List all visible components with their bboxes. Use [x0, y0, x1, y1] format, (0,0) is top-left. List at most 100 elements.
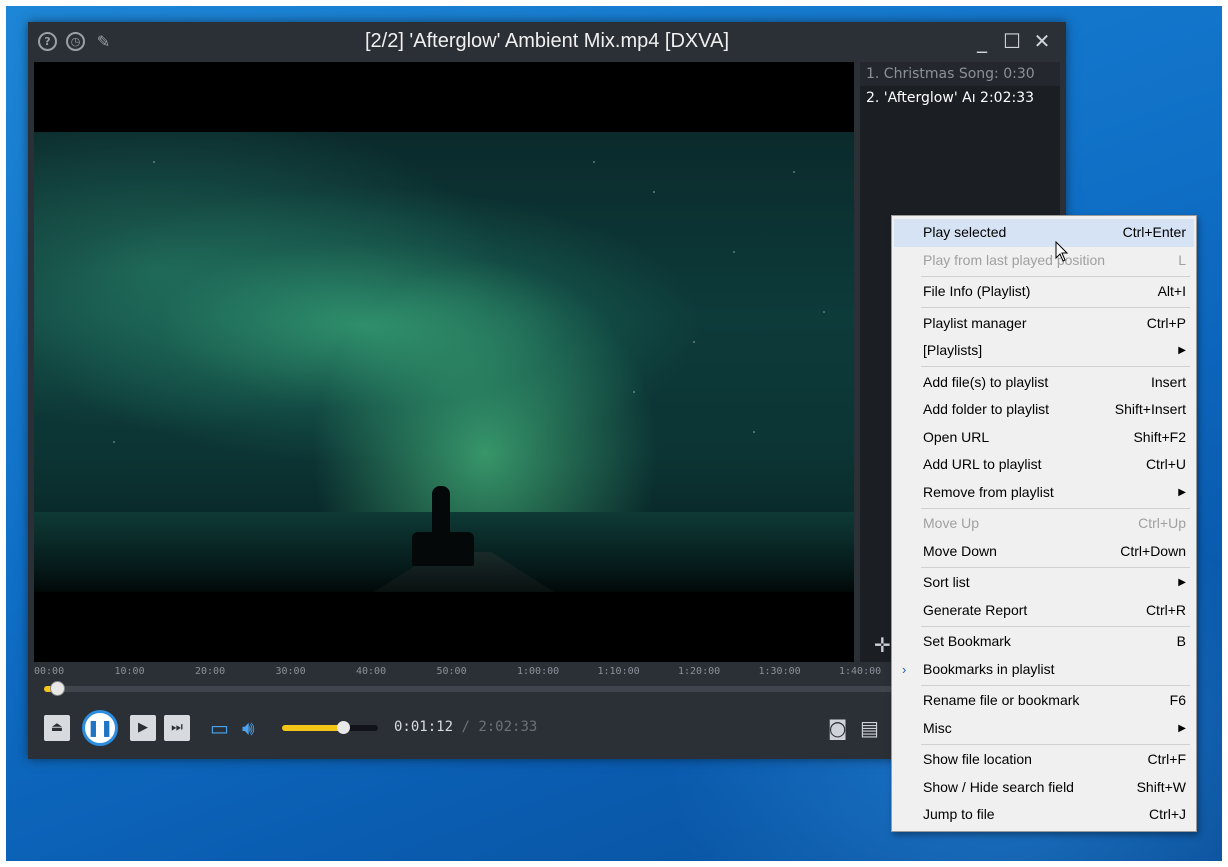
car-silhouette — [412, 532, 474, 566]
menu-item-label: Add file(s) to playlist — [923, 373, 1049, 390]
menu-item-shortcut: Shift+F2 — [1133, 428, 1186, 445]
menu-item[interactable]: Jump to file Ctrl+J — [894, 801, 1194, 829]
time-display: 0:01:12 / 2:02:33 — [394, 719, 537, 735]
menu-item-shortcut: Insert — [1150, 373, 1186, 390]
menu-item[interactable]: Show file location Ctrl+F — [894, 746, 1194, 774]
menu-item-label: [Playlists] — [923, 342, 983, 358]
menu-item-label: Jump to file — [923, 806, 995, 822]
menu-item-shortcut: Ctrl+Down — [1120, 542, 1186, 559]
menu-item[interactable]: Add file(s) to playlist Insert — [894, 369, 1194, 397]
menu-item-label: Open URL — [923, 428, 990, 445]
menu-separator — [921, 566, 1190, 568]
window-title: [2/2] 'Afterglow' Ambient Mix.mp4 [DXVA] — [364, 30, 730, 52]
menu-item-label: Add folder to playlist — [923, 401, 1050, 417]
timeline-tick: 1:00:00 — [517, 666, 560, 677]
video-area[interactable] — [34, 62, 854, 662]
volume-icon[interactable]: 🔊︎ — [242, 713, 255, 743]
timeline-tick: 40:00 — [356, 666, 387, 677]
menu-separator — [921, 307, 1190, 308]
menu-item-label: Add URL to playlist — [923, 456, 1042, 472]
menu-item-label: Remove from playlist — [923, 483, 1054, 500]
add-icon[interactable]: ✛ — [874, 635, 892, 655]
menu-item[interactable]: Move Down Ctrl+Down — [894, 538, 1194, 566]
menu-item-label: Misc — [923, 719, 952, 736]
menu-item-shortcut: F6 — [1169, 692, 1186, 708]
menu-item-shortcut: Ctrl+Up — [1138, 515, 1186, 531]
menu-item[interactable]: Remove from playlist ▶ — [894, 479, 1194, 507]
menu-item[interactable]: Generate Report Ctrl+R — [894, 597, 1194, 625]
menu-item-label: Show / Hide search field — [923, 778, 1074, 795]
timeline-tick: 1:20:00 — [678, 666, 721, 677]
menu-item[interactable]: Show / Hide search field Shift+W — [894, 774, 1194, 802]
timeline-tick: 1:10:00 — [597, 666, 640, 677]
seek-handle[interactable] — [49, 681, 65, 696]
close-button[interactable]: ✕ — [1030, 28, 1054, 54]
menu-separator — [921, 507, 1190, 509]
timeline-tick: 20:00 — [195, 666, 226, 677]
next-button[interactable]: ⏭ — [164, 715, 190, 741]
menu-item: Play from last played position L — [894, 247, 1194, 275]
menu-item[interactable]: Add URL to playlist Ctrl+U — [894, 451, 1194, 479]
menu-item[interactable]: Rename file or bookmark F6 — [894, 687, 1194, 715]
eject-button[interactable]: ⏏ — [44, 715, 70, 741]
menu-item-shortcut: Alt+I — [1157, 283, 1186, 299]
pause-button[interactable]: ❚❚ — [82, 710, 118, 746]
menu-item-label: Set Bookmark — [923, 633, 1011, 649]
volume-slider[interactable] — [282, 721, 378, 734]
submenu-arrow-icon: ▶ — [1178, 486, 1186, 498]
menu-separator — [921, 275, 1190, 277]
menu-item[interactable]: Misc ▶ — [894, 715, 1194, 743]
mouse-cursor-icon — [1055, 241, 1069, 262]
check-chevron-icon: › — [902, 661, 907, 677]
volume-handle[interactable] — [337, 721, 351, 734]
menu-item-label: Show file location — [923, 751, 1032, 767]
menu-item-label: Move Up — [923, 515, 980, 531]
menu-item[interactable]: Sort list ▶ — [894, 569, 1194, 597]
menu-item-label: Playlist manager — [923, 314, 1027, 331]
menu-item[interactable]: Play selected Ctrl+Enter — [894, 219, 1194, 247]
submenu-arrow-icon: ▶ — [1178, 722, 1186, 734]
menu-item[interactable]: Open URL Shift+F2 — [894, 424, 1194, 452]
playlist-item[interactable]: 2. 'Afterglow' Aı 2:02:33 — [860, 86, 1060, 110]
person-silhouette — [432, 486, 450, 534]
minimize-button[interactable]: _ — [970, 28, 994, 54]
menu-item[interactable]: File Info (Playlist) Alt+I — [894, 278, 1194, 306]
menu-item-label: Move Down — [923, 542, 997, 559]
menu-separator — [921, 366, 1190, 367]
menu-separator — [921, 625, 1190, 627]
menu-item-shortcut: Ctrl+R — [1145, 601, 1186, 618]
menu-item-label: File Info (Playlist) — [923, 283, 1031, 299]
context-menu-items: Play selected Ctrl+Enter Play from last pl… — [894, 219, 1194, 829]
menu-item-shortcut: Ctrl+Enter — [1122, 224, 1186, 240]
menu-item-shortcut: L — [1178, 251, 1186, 268]
menu-item-label: Sort list — [923, 574, 970, 590]
menu-item[interactable]: [Playlists] ▶ — [894, 337, 1194, 365]
menu-item-shortcut: Shift+W — [1136, 778, 1186, 795]
video-frame — [34, 132, 854, 592]
film-icon[interactable]: ▤ — [860, 714, 879, 742]
window-controls: _ ☐ ✕ — [970, 28, 1054, 54]
menu-item-label: Rename file or bookmark — [923, 692, 1080, 708]
volume-level — [282, 725, 344, 731]
menu-item-shortcut: Ctrl+F — [1147, 751, 1187, 767]
camera-icon[interactable]: ◙ — [828, 714, 847, 742]
maximize-button[interactable]: ☐ — [1000, 28, 1024, 54]
menu-item-label: Play selected — [923, 224, 1007, 240]
menu-item[interactable]: Add folder to playlist Shift+Insert — [894, 396, 1194, 424]
step-frame-button[interactable]: ▶ — [130, 715, 156, 741]
menu-item[interactable]: Set Bookmark B — [894, 628, 1194, 656]
playlist-item[interactable]: 1. Christmas Song: 0:30 — [860, 62, 1060, 86]
menu-item[interactable]: Playlist manager Ctrl+P — [894, 310, 1194, 338]
context-menu: Play selected Ctrl+Enter Play from last pl… — [891, 215, 1197, 832]
subtitle-icon[interactable]: ▭ — [210, 713, 229, 743]
timeline-tick: 1:30:00 — [758, 666, 801, 677]
menu-item[interactable]: › Bookmarks in playlist — [894, 656, 1194, 684]
time-separator: / — [461, 719, 470, 735]
menu-item-shortcut: Ctrl+U — [1145, 456, 1186, 472]
timeline-tick: 1:40:00 — [839, 666, 882, 677]
current-time: 0:01:12 — [394, 719, 454, 735]
title-bar[interactable]: ? ◷ ✎ [2/2] 'Afterglow' Ambient Mix.mp4 … — [28, 22, 1066, 62]
menu-item-shortcut: B — [1176, 633, 1186, 649]
menu-item-shortcut: Ctrl+J — [1149, 806, 1186, 822]
menu-item-shortcut: Ctrl+P — [1146, 314, 1186, 331]
